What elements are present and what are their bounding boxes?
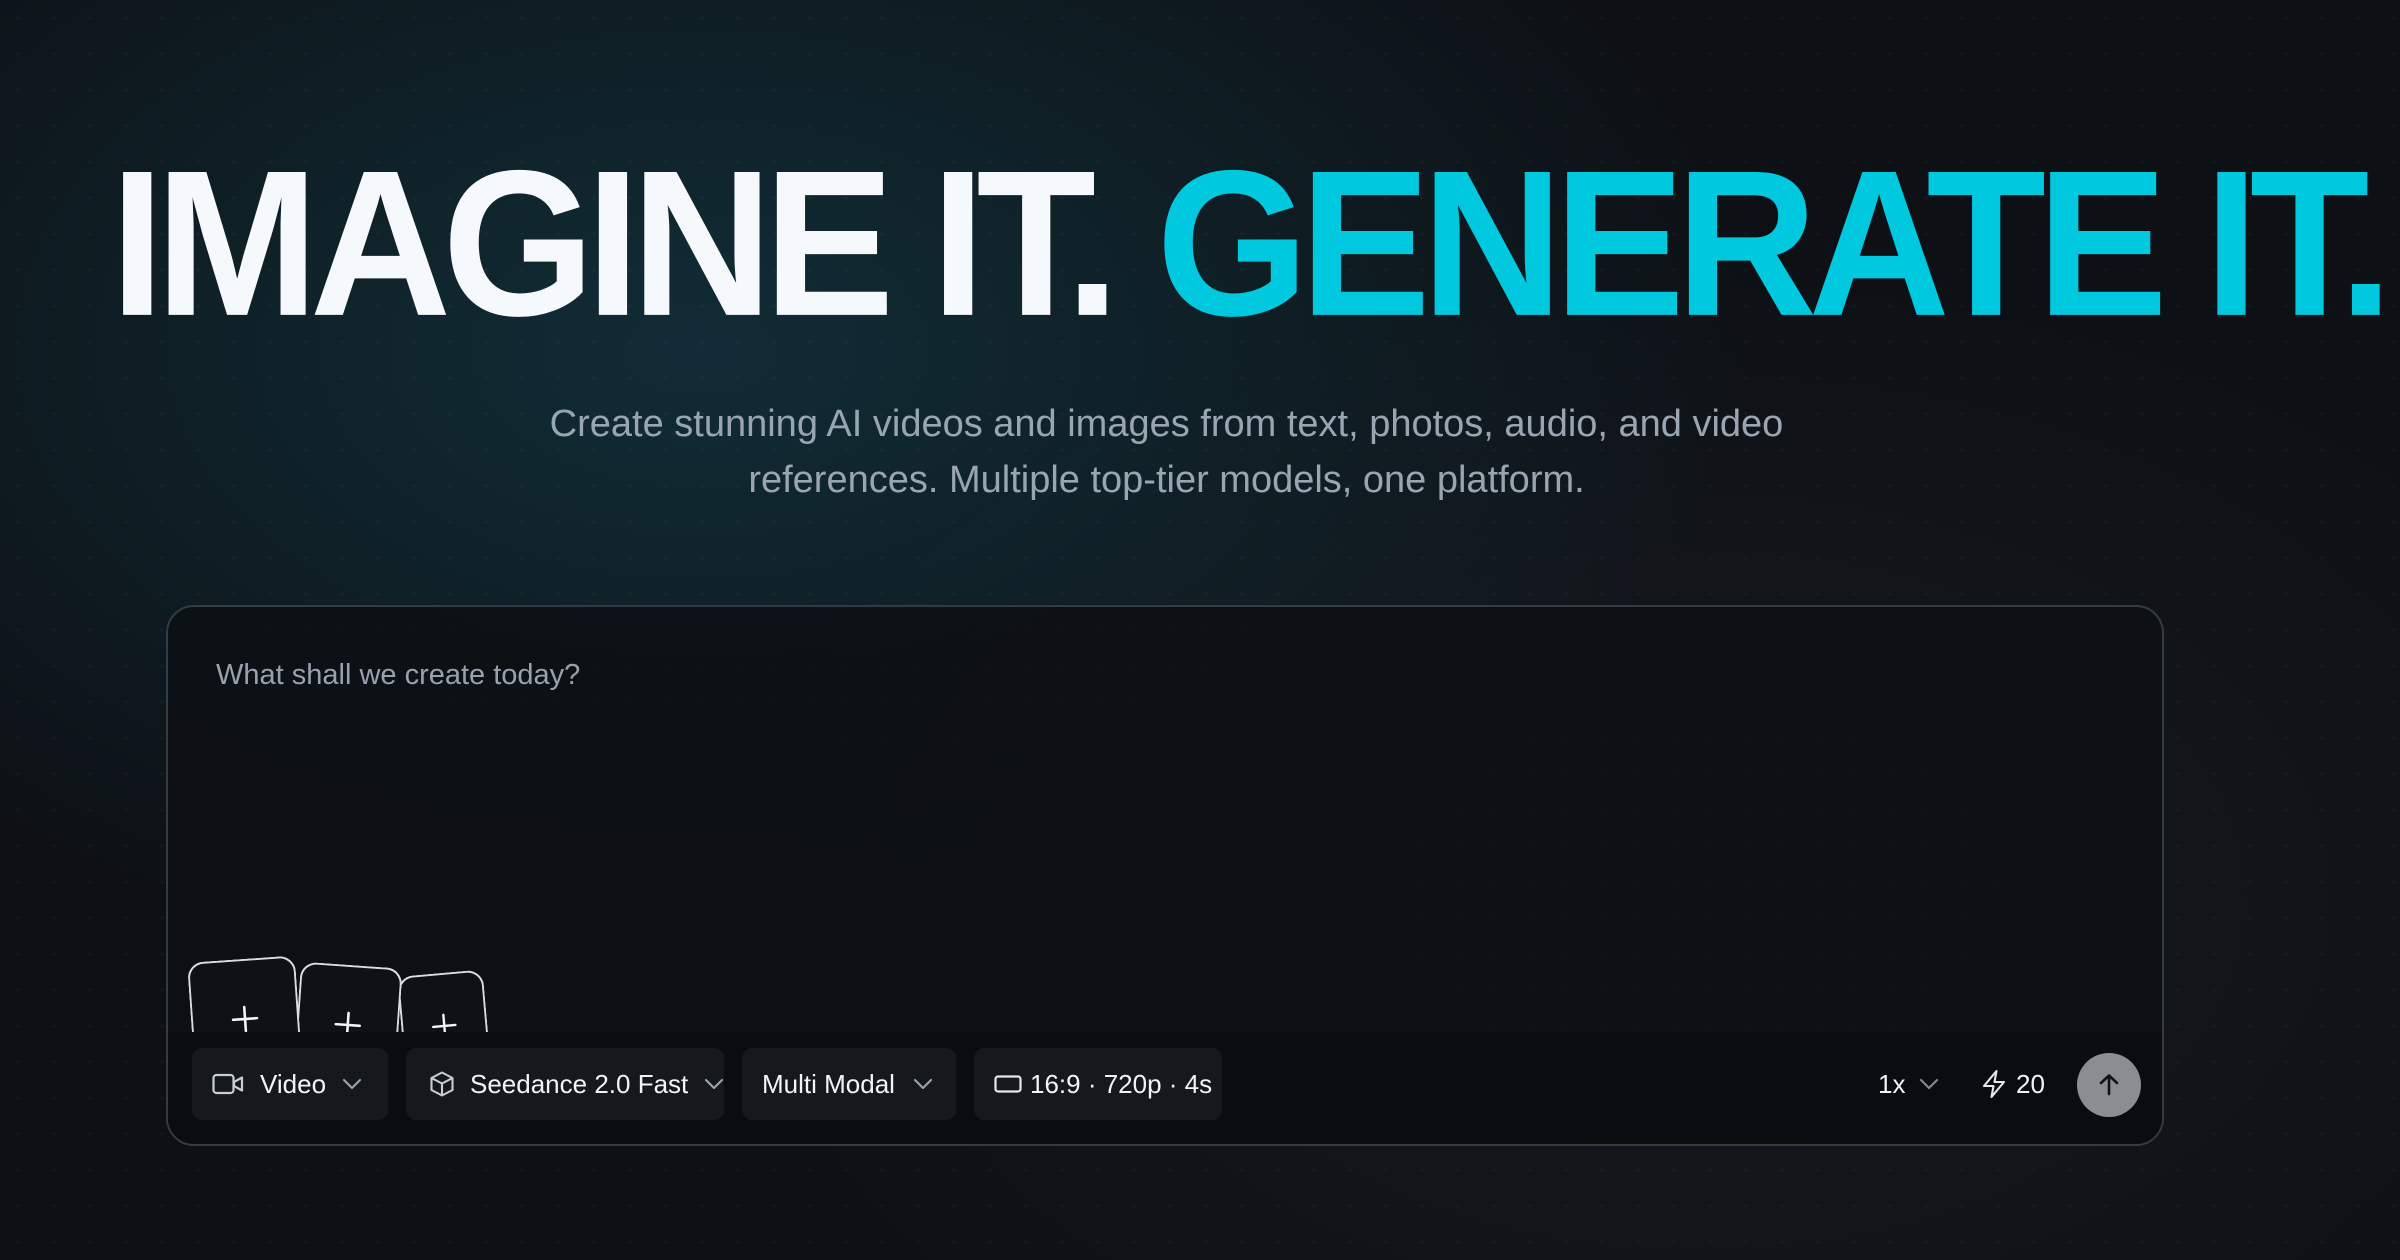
mode-dropdown[interactable]: Multi Modal bbox=[742, 1048, 956, 1120]
chevron-down-icon bbox=[342, 1078, 362, 1090]
prompt-panel: Video Seedance 2.0 Fast Multi Modal 16:9… bbox=[166, 605, 2164, 1146]
model-label: Seedance 2.0 Fast bbox=[470, 1068, 689, 1099]
format-label: 16:9 · 720p · 4s bbox=[1030, 1068, 1213, 1099]
hero-subtitle: Create stunning AI videos and images fro… bbox=[400, 396, 1933, 508]
format-settings-button[interactable]: 16:9 · 720p · 4s bbox=[974, 1048, 1222, 1120]
mode-label: Multi Modal bbox=[762, 1068, 895, 1099]
speed-dropdown[interactable]: 1x bbox=[1878, 1048, 1939, 1120]
model-dropdown[interactable]: Seedance 2.0 Fast bbox=[406, 1048, 724, 1120]
credits-count: 20 bbox=[2016, 1068, 2045, 1099]
hero-headline: IMAGINE IT. GENERATE IT. bbox=[110, 139, 2393, 348]
chevron-down-icon bbox=[1920, 1078, 1939, 1090]
lightning-icon bbox=[1982, 1069, 2006, 1099]
prompt-input[interactable] bbox=[216, 655, 2096, 855]
media-type-dropdown[interactable]: Video bbox=[192, 1048, 388, 1120]
chevron-down-icon bbox=[705, 1078, 724, 1090]
plus-icon bbox=[231, 1005, 259, 1033]
prompt-toolbar: Video Seedance 2.0 Fast Multi Modal 16:9… bbox=[168, 1032, 2162, 1144]
chevron-down-icon bbox=[913, 1078, 933, 1090]
subtitle-line-1: Create stunning AI videos and images fro… bbox=[549, 403, 1784, 445]
credits-indicator: 20 bbox=[1980, 1048, 2045, 1120]
headline-part-generate: GENERATE IT. bbox=[1156, 127, 2393, 360]
subtitle-line-2: references. Multiple top-tier models, on… bbox=[748, 459, 1585, 501]
send-button[interactable] bbox=[2077, 1053, 2141, 1117]
speed-label: 1x bbox=[1878, 1068, 1906, 1099]
video-camera-icon bbox=[212, 1073, 244, 1095]
headline-part-imagine: IMAGINE IT. bbox=[110, 127, 1120, 360]
arrow-up-icon bbox=[2099, 1074, 2119, 1096]
cube-icon bbox=[430, 1071, 454, 1097]
aspect-ratio-icon bbox=[994, 1075, 1022, 1093]
media-type-label: Video bbox=[260, 1068, 327, 1099]
